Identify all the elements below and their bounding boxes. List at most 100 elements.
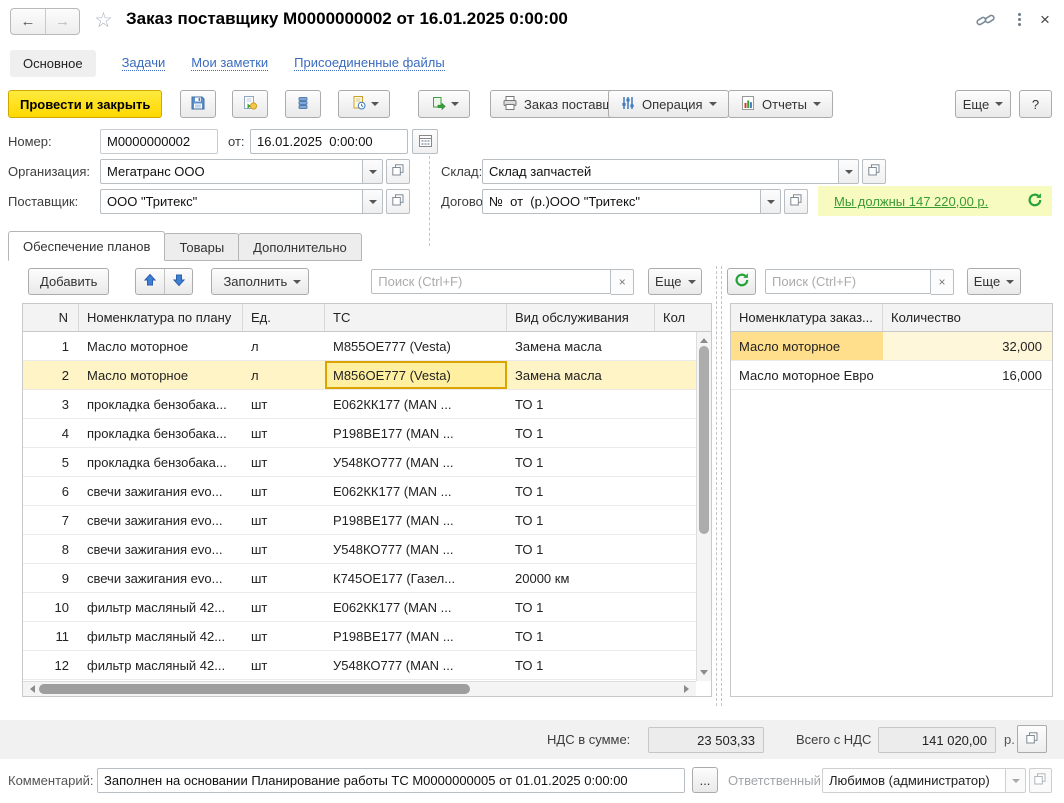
cell-qty[interactable] [655,419,696,447]
column-header-unit[interactable]: Ед. [243,304,325,331]
cell-n[interactable]: 10 [23,593,79,621]
tab-additional[interactable]: Дополнительно [238,233,362,261]
cell-vehicle[interactable]: Е062КК177 (MAN ... [325,477,507,505]
add-row-button[interactable]: Добавить [28,268,109,295]
vertical-scroll-thumb[interactable] [699,346,709,534]
cell-unit[interactable]: шт [243,477,325,505]
column-header-service[interactable]: Вид обслуживания [507,304,655,331]
cell-unit[interactable]: л [243,361,325,389]
contract-input[interactable] [482,189,761,214]
plan-search-input[interactable] [371,269,611,294]
plan-table-row[interactable]: 4прокладка бензобака...штР198ВЕ177 (MAN … [23,419,696,448]
supplier-open-button[interactable] [386,189,410,214]
cell-vehicle[interactable]: Е062КК177 (MAN ... [325,593,507,621]
move-up-button[interactable] [136,269,164,294]
plan-table-row[interactable]: 10фильтр масляный 42...штЕ062КК177 (MAN … [23,593,696,622]
cell-service[interactable]: Замена масла [507,332,655,360]
warehouse-dropdown-button[interactable] [839,159,859,184]
cell-qty[interactable] [655,390,696,418]
cell-n[interactable]: 11 [23,622,79,650]
save-button[interactable] [180,90,216,118]
cell-service[interactable]: ТО 1 [507,419,655,447]
cell-unit[interactable]: шт [243,593,325,621]
cell-vehicle[interactable]: М855ОЕ777 (Vesta) [325,332,507,360]
order-table-row[interactable]: Масло моторное Евро16,000 [731,361,1052,390]
plan-table-row[interactable]: 9свечи зажигания evo...штК745ОЕ177 (Газе… [23,564,696,593]
cell-n[interactable]: 7 [23,506,79,534]
horizontal-scroll-thumb[interactable] [39,684,470,694]
cell-order-item[interactable]: Масло моторное [731,332,883,360]
scroll-left-icon[interactable] [26,685,35,693]
cell-item[interactable]: свечи зажигания evo... [79,535,243,563]
number-input[interactable] [100,129,218,154]
cell-item[interactable]: прокладка бензобака... [79,419,243,447]
total-amount-field[interactable] [878,727,996,753]
plan-table-row[interactable]: 11фильтр масляный 42...штР198ВЕ177 (MAN … [23,622,696,651]
cell-unit[interactable]: шт [243,448,325,476]
tab-my-notes[interactable]: Мои заметки [191,55,268,71]
calendar-button[interactable] [412,129,438,154]
cell-qty[interactable] [655,564,696,592]
cell-qty[interactable] [655,593,696,621]
cell-vehicle[interactable]: У548КО777 (MAN ... [325,535,507,563]
warehouse-input[interactable] [482,159,839,184]
cell-item[interactable]: фильтр масляный 42... [79,593,243,621]
warehouse-open-button[interactable] [862,159,886,184]
date-input[interactable] [250,129,408,154]
scroll-right-icon[interactable] [684,685,693,693]
cell-unit[interactable]: шт [243,535,325,563]
cell-qty[interactable] [655,332,696,360]
supplier-input[interactable] [100,189,363,214]
plan-table-row[interactable]: 3прокладка бензобака...штЕ062КК177 (MAN … [23,390,696,419]
cell-qty[interactable] [655,535,696,563]
cell-n[interactable]: 1 [23,332,79,360]
kebab-menu-icon[interactable] [1012,12,1027,27]
cell-unit[interactable]: шт [243,651,325,679]
cell-n[interactable]: 5 [23,448,79,476]
order-more-button[interactable]: Еще [967,268,1021,295]
forward-button[interactable]: → [45,9,79,34]
create-based-on-button[interactable] [418,90,470,118]
copy-link-icon[interactable] [976,11,995,33]
vat-amount-field[interactable] [648,727,764,753]
debt-refresh-icon[interactable] [1027,192,1043,211]
cell-order-item[interactable]: Масло моторное Евро [731,361,883,389]
scroll-down-icon[interactable] [700,670,708,679]
cell-item[interactable]: фильтр масляный 42... [79,622,243,650]
operation-menu-button[interactable]: Операция [608,90,729,118]
cell-qty[interactable] [655,361,696,389]
cell-service[interactable]: ТО 1 [507,506,655,534]
cell-unit[interactable]: шт [243,506,325,534]
column-header-vehicle[interactable]: ТС [325,304,507,331]
comment-more-button[interactable]: ... [692,767,718,793]
column-header-quantity[interactable]: Количество [883,304,1052,331]
cell-vehicle[interactable]: К745ОЕ177 (Газел... [325,564,507,592]
cell-vehicle[interactable]: Р198ВЕ177 (MAN ... [325,622,507,650]
cell-n[interactable]: 6 [23,477,79,505]
supplier-dropdown-button[interactable] [363,189,383,214]
refresh-button[interactable] [727,268,756,295]
cell-qty[interactable] [655,506,696,534]
cell-unit[interactable]: шт [243,390,325,418]
cell-service[interactable]: ТО 1 [507,651,655,679]
cell-n[interactable]: 9 [23,564,79,592]
plan-table-row[interactable]: 12фильтр масляный 42...штУ548КО777 (MAN … [23,651,696,680]
cell-n[interactable]: 8 [23,535,79,563]
cell-service[interactable]: ТО 1 [507,593,655,621]
order-table-row[interactable]: Масло моторное32,000 [731,332,1052,361]
column-header-item[interactable]: Номенклатура по плану [79,304,243,331]
register-records-button[interactable] [285,90,321,118]
comment-input[interactable] [97,768,685,793]
organization-input[interactable] [100,159,363,184]
more-menu-button[interactable]: Еще [955,90,1011,118]
panel-splitter[interactable] [716,266,722,706]
vertical-scrollbar[interactable] [696,332,711,681]
totals-open-button[interactable] [1017,725,1047,753]
cell-vehicle[interactable]: У548КО777 (MAN ... [325,448,507,476]
cell-item[interactable]: свечи зажигания evo... [79,477,243,505]
cell-item[interactable]: Масло моторное [79,332,243,360]
cell-service[interactable]: ТО 1 [507,390,655,418]
fill-menu-button[interactable]: Заполнить [211,268,309,295]
responsible-input[interactable] [822,768,1006,793]
organization-dropdown-button[interactable] [363,159,383,184]
